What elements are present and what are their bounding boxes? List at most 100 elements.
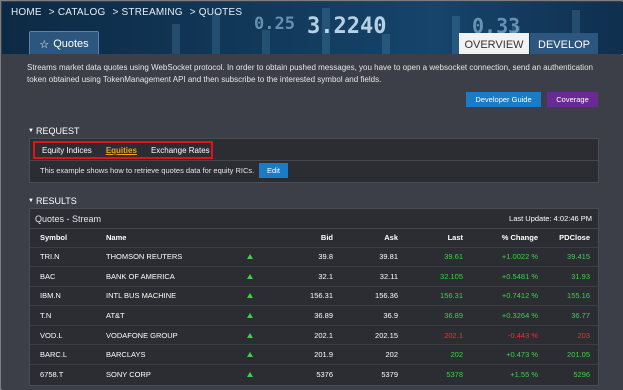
caret-down-icon: ▼ <box>28 198 34 204</box>
cell-last: 36.89 <box>444 311 463 321</box>
cell-bid: 36.89 <box>314 311 333 321</box>
cell-bid: 39.8 <box>318 252 333 262</box>
quotes-table: Symbol Name Bid Ask Last % Change PDClos… <box>30 229 598 384</box>
arrow-up-icon <box>246 313 253 319</box>
arrow-up-icon <box>246 293 253 299</box>
developer-guide-button[interactable]: Developer Guide <box>466 92 541 107</box>
cell-bid: 156.31 <box>310 291 333 301</box>
edit-button[interactable]: Edit <box>259 163 288 178</box>
cell-pdclose: 5296 <box>573 370 590 380</box>
cell-name: BANK OF AMERICA <box>106 271 175 281</box>
cell-change: +0.473 % <box>506 350 538 360</box>
breadcrumb-streaming[interactable]: > STREAMING <box>113 7 183 18</box>
cell-ask: 202 <box>385 350 398 360</box>
results-section-toggle[interactable]: ▼ RESULTS <box>28 196 77 206</box>
cell-last: 5378 <box>446 370 463 380</box>
tab-overview[interactable]: OVERVIEW <box>459 33 529 54</box>
cell-last: 202 <box>450 350 463 360</box>
cell-pdclose: 31.93 <box>571 271 590 281</box>
cell-symbol: IBM.N <box>40 291 61 301</box>
column-header-name[interactable]: Name <box>102 229 227 247</box>
cell-change: +0.5481 % <box>501 271 538 281</box>
arrow-up-icon <box>246 273 253 279</box>
tab-develop[interactable]: DEVELOP <box>530 33 598 54</box>
cell-last: 39.61 <box>444 252 463 262</box>
request-note: This example shows how to retrieve quote… <box>40 166 255 175</box>
cell-last: 32.105 <box>440 271 463 281</box>
header-banner: 0.25 3.2240 0.33 HOME > CATALOG > STREAM… <box>2 2 623 54</box>
breadcrumb-home[interactable]: HOME <box>11 7 42 18</box>
api-description: Streams market data quotes using WebSock… <box>27 63 593 84</box>
trend-cell <box>227 267 272 287</box>
cell-ask: 5379 <box>381 370 398 380</box>
table-row: BAC BANK OF AMERICA 32.1 32.11 32.105 +0.5481… <box>30 266 598 287</box>
cell-change: +1.55 % <box>510 370 538 380</box>
column-header-last[interactable]: Last <box>402 229 467 247</box>
column-header-change[interactable]: % Change <box>467 229 542 247</box>
main-content: Streams market data quotes using WebSock… <box>2 55 623 390</box>
star-icon[interactable]: ☆ <box>39 38 49 51</box>
cell-name: VODAFONE GROUP <box>106 330 178 340</box>
cell-name: BARCLAYS <box>106 350 146 360</box>
cell-symbol: 6758.T <box>40 370 64 380</box>
column-header-symbol[interactable]: Symbol <box>30 229 102 247</box>
request-heading: REQUEST <box>35 126 80 136</box>
tab-equity-indices[interactable]: Equity Indices <box>35 146 99 155</box>
cell-pdclose: 36.77 <box>571 311 590 321</box>
arrow-up-icon <box>246 372 253 378</box>
last-update-text: Last Update: 4:02:46 PM <box>509 214 592 223</box>
trend-cell <box>227 365 272 385</box>
arrow-up-icon <box>246 352 253 358</box>
cell-ask: 36.9 <box>383 311 398 321</box>
table-row: IBM.N INTL BUS MACHINE 156.31 156.36 156.31 +… <box>30 286 598 306</box>
cell-symbol: VOD.L <box>40 330 63 340</box>
request-panel: Equity Indices Equities Exchange Rates T… <box>29 138 599 183</box>
column-header-pdclose[interactable]: PDClose <box>542 229 598 247</box>
coverage-button[interactable]: Coverage <box>547 92 598 107</box>
cell-change: +0.3264 % <box>501 311 538 321</box>
quotes-table-body: TRI.N THOMSON REUTERS 39.8 39.81 39.61 +1.002… <box>30 247 598 384</box>
column-header-ask[interactable]: Ask <box>337 229 402 247</box>
table-header-row: Symbol Name Bid Ask Last % Change PDClos… <box>30 229 598 247</box>
results-panel: Quotes - Stream Last Update: 4:02:46 PM … <box>29 208 599 386</box>
tab-exchange-rates[interactable]: Exchange Rates <box>144 146 217 155</box>
cell-ask: 202.15 <box>375 330 398 340</box>
banner-number: 3.2240 <box>307 14 387 39</box>
cell-symbol: TRI.N <box>40 252 60 262</box>
table-row: T.N AT&T 36.89 36.9 36.89 +0.3264 % 36.77 <box>30 305 598 326</box>
cell-pdclose: 39.415 <box>567 252 590 262</box>
cell-bid: 202.1 <box>314 330 333 340</box>
cell-ask: 156.36 <box>375 291 398 301</box>
cell-pdclose: 201.05 <box>567 350 590 360</box>
quotes-title-label: Quotes <box>53 38 89 50</box>
arrow-up-icon <box>246 254 253 260</box>
column-header-bid[interactable]: Bid <box>272 229 337 247</box>
breadcrumb-catalog[interactable]: > CATALOG <box>49 7 106 18</box>
table-row: 6758.T SONY CORP 5376 5379 5378 +1.55 % 5296 <box>30 364 598 385</box>
cell-symbol: T.N <box>40 311 52 321</box>
quotes-title-tab[interactable]: ☆ Quotes <box>29 31 99 54</box>
cell-name: AT&T <box>106 311 125 321</box>
results-title: Quotes - Stream <box>35 214 102 224</box>
trend-cell <box>227 325 272 345</box>
cell-last: 202.1 <box>444 330 463 340</box>
cell-name: SONY CORP <box>106 370 151 380</box>
cell-pdclose: 155.16 <box>567 291 590 301</box>
cell-ask: 39.81 <box>379 252 398 262</box>
cell-last: 156.31 <box>440 291 463 301</box>
cell-pdclose: 203 <box>577 330 590 340</box>
cell-bid: 32.1 <box>318 271 333 281</box>
cell-ask: 32.11 <box>379 271 398 281</box>
app-frame: 0.25 3.2240 0.33 HOME > CATALOG > STREAM… <box>0 0 623 390</box>
cell-change: +0.7412 % <box>501 291 538 301</box>
cell-change: +1.0022 % <box>501 252 538 262</box>
trend-cell <box>227 247 272 267</box>
trend-cell <box>227 306 272 326</box>
column-header-trend <box>227 229 272 247</box>
request-section-toggle[interactable]: ▼ REQUEST <box>28 126 79 136</box>
tab-equities[interactable]: Equities <box>99 146 144 155</box>
cell-symbol: BARC.L <box>40 350 68 360</box>
arrow-up-icon <box>246 332 253 338</box>
breadcrumb-quotes: > QUOTES <box>189 7 243 18</box>
table-row: VOD.L VODAFONE GROUP 202.1 202.15 202.1 -0.44… <box>30 325 598 345</box>
